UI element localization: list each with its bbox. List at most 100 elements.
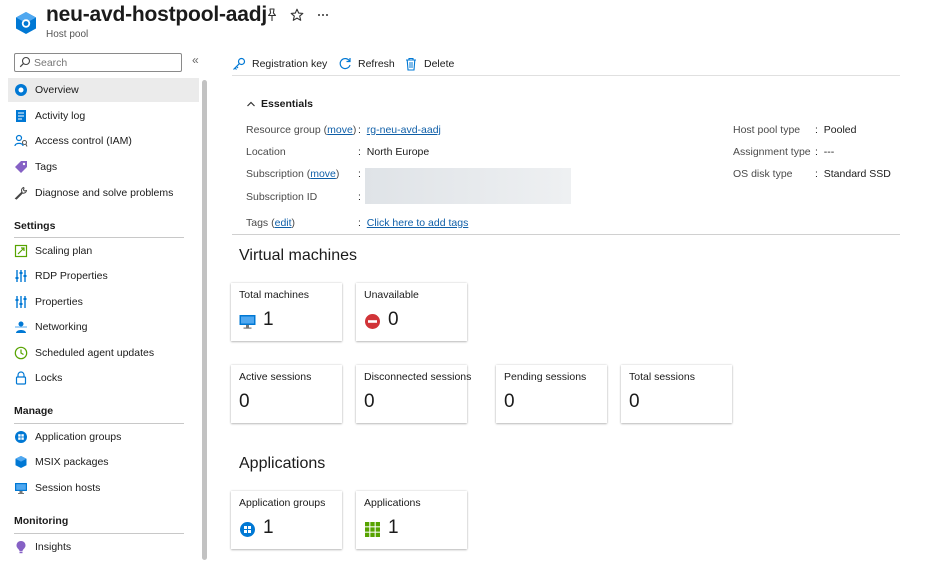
sidebar-item-application-groups[interactable]: Application groups [8, 425, 199, 449]
colon: : [815, 168, 818, 180]
pin-icon[interactable] [265, 8, 279, 22]
card-title: Active sessions [239, 371, 312, 383]
section-divider [14, 423, 184, 424]
disconnected-sessions-card[interactable]: Disconnected sessions 0 [356, 365, 471, 423]
colon: : [358, 146, 361, 158]
sidebar-item-properties[interactable]: Properties [8, 290, 199, 314]
subscription-id-colon: : [358, 191, 361, 203]
essentials-divider [232, 234, 900, 235]
edit-tags-link[interactable]: edit [275, 217, 292, 229]
sidebar-item-overview[interactable]: Overview [8, 78, 199, 102]
card-title: Pending sessions [504, 371, 587, 383]
sidebar-item-session-hosts[interactable]: Session hosts [8, 476, 199, 500]
sidebar-item-access-control[interactable]: Access control (IAM) [8, 129, 199, 153]
os-disk-type-label: OS disk type [733, 168, 793, 180]
total-sessions-card[interactable]: Total sessions 0 [621, 365, 732, 423]
card-title: Total sessions [629, 371, 695, 383]
active-sessions-card[interactable]: Active sessions 0 [231, 365, 342, 423]
host-pool-type-value: : Pooled [815, 124, 856, 136]
pending-sessions-card[interactable]: Pending sessions 0 [496, 365, 607, 423]
chevron-up-icon [247, 101, 255, 107]
assignment-type-value: : --- [815, 146, 834, 158]
subscription-label: Subscription (move) [246, 168, 340, 180]
add-tags-link[interactable]: Click here to add tags [367, 217, 469, 229]
sidebar-scrollbar[interactable] [202, 80, 207, 560]
page-title: neu-avd-hostpool-aadj [46, 3, 267, 26]
card-value: 0 [629, 391, 640, 412]
tags-key: Tags [246, 217, 269, 229]
collapse-menu-icon[interactable]: « [192, 53, 199, 67]
search-input[interactable] [34, 55, 174, 70]
app-group-icon [15, 431, 27, 443]
more-options-icon[interactable] [316, 8, 330, 22]
sidebar-item-label: Overview [35, 84, 79, 96]
card-value: 0 [364, 391, 375, 412]
card-title: Unavailable [364, 289, 419, 301]
card-title: Disconnected sessions [364, 371, 472, 383]
card-value: 0 [239, 391, 250, 412]
sliders-icon [15, 296, 27, 308]
location-text: North Europe [366, 146, 430, 158]
app-group-icon [240, 522, 255, 537]
sidebar-item-diagnose[interactable]: Diagnose and solve problems [8, 181, 199, 205]
location-label: Location [246, 146, 286, 158]
key-icon [233, 57, 246, 70]
sidebar-item-label: Tags [35, 161, 58, 173]
resource-group-link[interactable]: rg-neu-avd-aadj [367, 124, 441, 136]
essentials-toggle[interactable]: Essentials [246, 98, 313, 110]
insights-icon [16, 541, 26, 554]
sidebar-item-scheduled-agent-updates[interactable]: Scheduled agent updates [8, 341, 199, 365]
host-pool-type-label: Host pool type [733, 124, 801, 136]
colon: : [358, 124, 361, 136]
star-icon[interactable] [290, 8, 304, 22]
sidebar-item-label: Scheduled agent updates [35, 347, 155, 359]
assignment-type-label: Assignment type [733, 146, 811, 158]
card-value: 1 [388, 517, 399, 538]
sidebar-item-scaling-plan[interactable]: Scaling plan [8, 239, 199, 263]
applications-title: Applications [239, 455, 326, 472]
refresh-button[interactable]: Refresh [338, 55, 395, 73]
move-resource-group-link[interactable]: move [327, 124, 353, 136]
sidebar-item-insights[interactable]: Insights [8, 535, 199, 559]
delete-button[interactable]: Delete [404, 55, 454, 73]
resource-menu: « Overview Activity log Access control (… [0, 50, 210, 572]
subscription-key: Subscription [246, 168, 304, 180]
card-title: Applications [364, 497, 421, 509]
application-groups-card[interactable]: Application groups 1 [231, 491, 342, 549]
total-machines-card[interactable]: Total machines 1 [231, 283, 342, 341]
sidebar-item-label: Insights [35, 541, 72, 553]
sidebar-item-tags[interactable]: Tags [8, 155, 199, 179]
search-box[interactable] [14, 53, 182, 72]
card-value: 1 [263, 309, 274, 330]
applications-card[interactable]: Applications 1 [356, 491, 467, 549]
sidebar-item-networking[interactable]: Networking [8, 315, 199, 339]
sidebar-item-locks[interactable]: Locks [8, 366, 199, 390]
move-subscription-link[interactable]: move [310, 168, 336, 180]
registration-key-button[interactable]: Registration key [232, 55, 327, 73]
redacted-subscription-block [365, 168, 571, 204]
card-title: Total machines [239, 289, 310, 301]
tags-value: : Click here to add tags [358, 217, 468, 229]
colon: : [358, 217, 361, 229]
package-icon [15, 456, 27, 468]
location-value: : North Europe [358, 146, 429, 158]
sidebar-item-rdp-properties[interactable]: RDP Properties [8, 264, 199, 288]
section-divider [14, 533, 184, 534]
sidebar-item-label: Activity log [35, 110, 86, 122]
sidebar-item-label: Session hosts [35, 482, 101, 494]
clock-icon [14, 346, 28, 360]
registration-key-label: Registration key [252, 58, 328, 70]
sidebar-item-label: Properties [35, 296, 83, 308]
sidebar-item-activity-log[interactable]: Activity log [8, 104, 199, 128]
os-disk-type-text: Standard SSD [823, 168, 891, 180]
card-value: 0 [504, 391, 515, 412]
sidebar-item-label: Locks [35, 372, 63, 384]
resource-group-key: Resource group [246, 124, 321, 136]
monitor-icon [15, 483, 27, 494]
card-value: 0 [388, 309, 399, 330]
lock-icon [15, 371, 27, 385]
sidebar-item-msix-packages[interactable]: MSIX packages [8, 450, 199, 474]
tag-icon [15, 161, 27, 173]
unavailable-card[interactable]: Unavailable 0 [356, 283, 467, 341]
hostpool-logo-icon [16, 12, 36, 34]
